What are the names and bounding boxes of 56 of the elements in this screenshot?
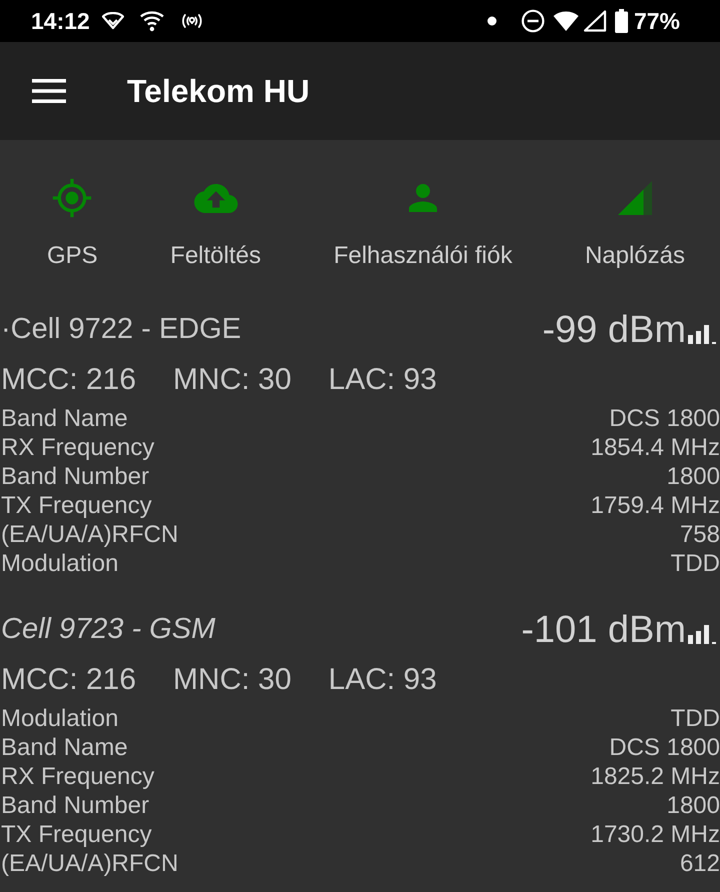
signal-strength: -99 dBm	[542, 311, 686, 349]
field-label: Band Name	[1, 404, 128, 433]
cell-title: ·Cell 9722 - EDGE	[0, 312, 242, 348]
person-icon	[408, 184, 437, 212]
toolbar-button[interactable]: Felhasználói fiók	[334, 176, 512, 271]
field-label: RX Frequency	[1, 433, 154, 462]
field-label: Band Number	[1, 462, 150, 491]
hotspot-icon	[180, 13, 204, 29]
field-value: 1759.4 MHz	[590, 491, 720, 520]
app-title: Telekom HU	[127, 72, 310, 111]
cell-code: MNC: 30	[173, 362, 292, 398]
signal-bars-icon	[688, 324, 716, 344]
wifi-icon	[552, 11, 579, 31]
field-value: 758	[680, 520, 720, 549]
cell-title: Cell 9723 - GSM	[0, 612, 216, 648]
field-label: TX Frequency	[1, 491, 152, 520]
battery-icon	[614, 9, 628, 33]
notification-dot-icon	[486, 16, 497, 26]
field-value: 1854.4 MHz	[590, 433, 720, 462]
signal-bars-icon	[688, 624, 716, 644]
field-label: RX Frequency	[1, 762, 154, 791]
toolbar-button[interactable]: Naplózás	[584, 176, 685, 271]
cell-code: MCC: 216	[1, 362, 136, 398]
cell-code: LAC: 93	[328, 362, 437, 398]
field-value: TDD	[670, 549, 720, 578]
field-value: 612	[680, 849, 720, 878]
battery-percent: 77%	[634, 6, 680, 36]
field-label: Modulation	[1, 549, 118, 578]
crosshair-icon	[52, 178, 92, 218]
cloud-upload-icon	[194, 184, 238, 212]
field-value: 1800	[666, 462, 720, 491]
field-value: 1825.2 MHz	[590, 762, 720, 791]
signal-icon	[582, 10, 607, 32]
cell-code: LAC: 93	[328, 662, 437, 698]
signal-icon	[618, 181, 652, 215]
field-value: DCS 1800	[609, 733, 720, 762]
field-label: Band Number	[1, 791, 150, 820]
cell-code: MCC: 216	[1, 662, 136, 698]
field-value: TDD	[670, 704, 720, 733]
menu-icon[interactable]	[32, 78, 66, 104]
do-not-disturb-icon	[520, 9, 545, 33]
cell-code: MNC: 30	[173, 662, 292, 698]
field-label: TX Frequency	[1, 820, 152, 849]
signal-strength: -101 dBm	[521, 611, 686, 649]
toolbar-button[interactable]: GPS	[47, 176, 98, 271]
field-label: Modulation	[1, 704, 118, 733]
wifi-icon	[140, 10, 164, 32]
toolbar-button[interactable]: Feltöltés	[170, 176, 261, 271]
field-label: Band Name	[1, 733, 128, 762]
field-label: (EA/UA/A)RFCN	[1, 520, 178, 549]
field-value: 1800	[666, 791, 720, 820]
field-value: DCS 1800	[609, 404, 720, 433]
wifi-check-icon	[102, 12, 124, 30]
field-value: 1730.2 MHz	[590, 820, 720, 849]
status-time: 14:12	[31, 6, 90, 36]
field-label: (EA/UA/A)RFCN	[1, 849, 178, 878]
